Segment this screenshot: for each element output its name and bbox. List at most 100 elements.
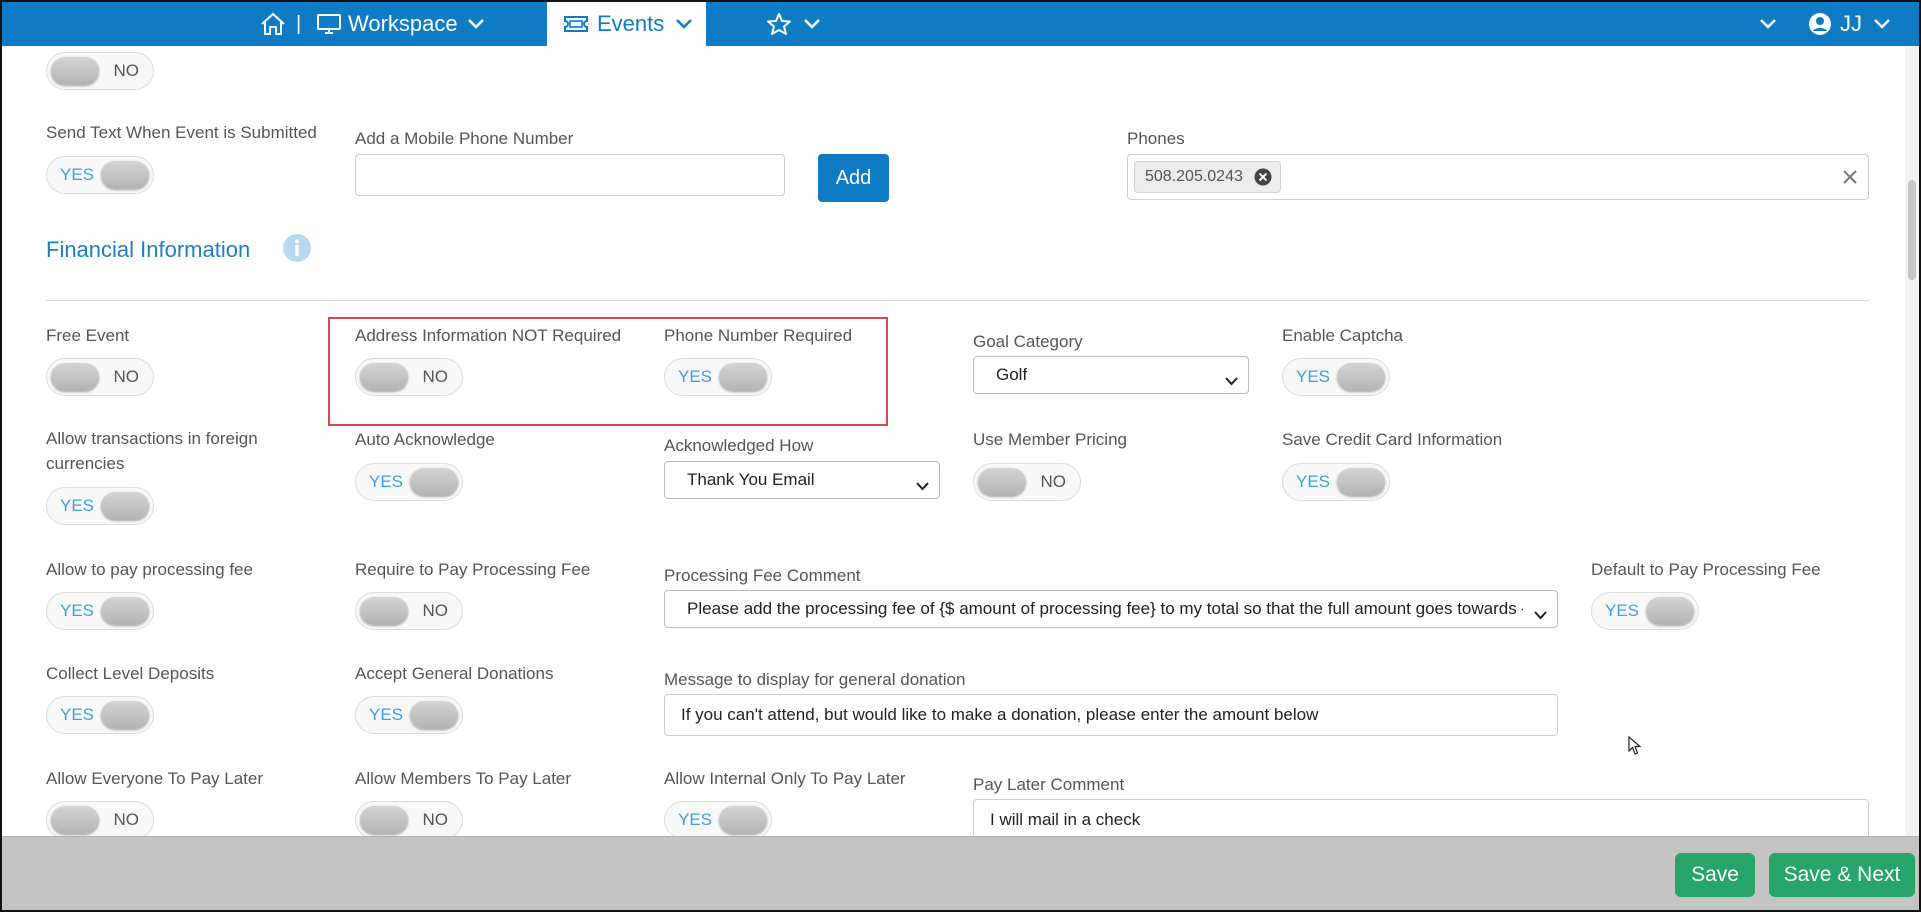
require-processing-fee-label: Require to Pay Processing Fee — [355, 560, 591, 579]
phone-required-label: Phone Number Required — [664, 326, 853, 345]
mobile-phone-label: Add a Mobile Phone Number — [355, 129, 574, 148]
general-donation-message-value: If you can't attend, but would like to m… — [681, 705, 1319, 724]
toggle-knob — [101, 161, 149, 189]
collect-level-deposits-toggle[interactable]: YES — [46, 696, 154, 734]
save-button[interactable]: Save — [1675, 853, 1755, 897]
toggle-state: YES — [678, 810, 713, 829]
mobile-phone-input[interactable] — [355, 154, 785, 196]
internal-pay-later-toggle[interactable]: YES — [664, 801, 772, 836]
app-window: | Workspace Events JJ NO Send Text When … — [0, 0, 1921, 912]
toggle-knob — [360, 597, 408, 625]
require-processing-fee-toggle[interactable]: NO — [355, 592, 463, 630]
phones-field[interactable]: 508.205.0243 — [1127, 154, 1869, 200]
members-pay-later-toggle[interactable]: NO — [355, 801, 463, 836]
address-not-required-toggle[interactable]: NO — [355, 358, 463, 396]
toggle-state: YES — [60, 705, 95, 724]
default-processing-fee-toggle[interactable]: YES — [1591, 592, 1699, 630]
chevron-down-icon — [916, 476, 929, 496]
default-processing-fee-label: Default to Pay Processing Fee — [1591, 560, 1821, 579]
member-pricing-label: Use Member Pricing — [973, 430, 1127, 449]
toggle-knob — [1337, 363, 1385, 391]
goal-category-label: Goal Category — [973, 332, 1083, 351]
chevron-down-icon — [1534, 605, 1547, 625]
pay-later-comment-label: Pay Later Comment — [973, 775, 1125, 794]
toggle-state: NO — [113, 810, 140, 829]
toggle-knob — [51, 57, 99, 85]
toggle-state: YES — [1296, 367, 1331, 386]
toggle-knob — [360, 363, 408, 391]
enable-captcha-toggle[interactable]: YES — [1282, 358, 1390, 396]
foreign-currencies-toggle[interactable]: YES — [46, 487, 154, 525]
toggle-state: YES — [60, 496, 95, 515]
toggle-knob — [101, 597, 149, 625]
toggle-state: NO — [422, 810, 449, 829]
send-text-label: Send Text When Event is Submitted — [46, 123, 317, 142]
toggle-state: YES — [1605, 601, 1640, 620]
toggle-knob — [410, 468, 458, 496]
save-next-button[interactable]: Save & Next — [1769, 853, 1915, 897]
toggle-knob — [360, 806, 408, 834]
allow-processing-fee-toggle[interactable]: YES — [46, 592, 154, 630]
toggle-state: NO — [422, 367, 449, 386]
collect-level-deposits-label: Collect Level Deposits — [46, 664, 215, 683]
toggle-knob — [51, 363, 99, 391]
mouse-cursor-icon — [1628, 735, 1642, 761]
goal-category-value: Golf — [996, 365, 1028, 384]
phone-chip: 508.205.0243 — [1134, 161, 1281, 193]
financial-section-title: Financial Information — [46, 237, 251, 262]
toggle-state: YES — [678, 367, 713, 386]
members-pay-later-label: Allow Members To Pay Later — [355, 769, 572, 788]
general-donation-message-input[interactable]: If you can't attend, but would like to m… — [664, 694, 1558, 736]
processing-fee-comment-label: Processing Fee Comment — [664, 566, 861, 585]
action-footer: Save Save & Next — [2, 836, 1919, 910]
toggle-knob — [101, 701, 149, 729]
toggle-knob — [1646, 597, 1694, 625]
acknowledged-how-select[interactable]: Thank You Email — [664, 461, 940, 499]
send-text-toggle[interactable]: YES — [46, 156, 154, 194]
toggle-state: NO — [1040, 472, 1067, 491]
toggle-state: YES — [60, 601, 95, 620]
scrollbar-thumb[interactable] — [1908, 180, 1916, 280]
auto-acknowledge-toggle[interactable]: YES — [355, 463, 463, 501]
free-event-label: Free Event — [46, 326, 130, 345]
clear-all-icon[interactable] — [1842, 169, 1858, 190]
goal-category-select[interactable]: Golf — [973, 356, 1249, 394]
allow-processing-fee-label: Allow to pay processing fee — [46, 560, 253, 579]
section-divider — [46, 300, 1869, 301]
acknowledged-how-label: Acknowledged How — [664, 436, 814, 455]
phone-chip-label: 508.205.0243 — [1145, 168, 1243, 185]
toggle-state: YES — [369, 472, 404, 491]
internal-pay-later-label: Allow Internal Only To Pay Later — [664, 769, 906, 788]
acknowledged-how-value: Thank You Email — [687, 470, 815, 489]
toggle-state: YES — [369, 705, 404, 724]
everyone-pay-later-toggle[interactable]: NO — [46, 801, 154, 836]
enable-captcha-label: Enable Captcha — [1282, 326, 1403, 345]
top-partial-toggle[interactable]: NO — [46, 52, 154, 90]
toggle-knob — [1337, 468, 1385, 496]
remove-chip-icon[interactable] — [1254, 168, 1272, 191]
toggle-state: NO — [422, 601, 449, 620]
toggle-knob — [410, 701, 458, 729]
toggle-knob — [101, 492, 149, 520]
info-icon[interactable] — [283, 234, 311, 267]
free-event-toggle[interactable]: NO — [46, 358, 154, 396]
save-credit-card-toggle[interactable]: YES — [1282, 463, 1390, 501]
processing-fee-comment-select[interactable]: Please add the processing fee of {$ amou… — [664, 590, 1558, 628]
chevron-down-icon — [1225, 371, 1238, 391]
everyone-pay-later-label: Allow Everyone To Pay Later — [46, 769, 264, 788]
member-pricing-toggle[interactable]: NO — [973, 463, 1081, 501]
auto-acknowledge-label: Auto Acknowledge — [355, 430, 495, 449]
toggle-knob — [719, 363, 767, 391]
processing-fee-comment-value: Please add the processing fee of {$ amou… — [687, 599, 1523, 618]
event-settings-form: NO Send Text When Event is Submitted YES… — [2, 2, 1919, 836]
foreign-currencies-label: Allow transactions in foreign currencies — [46, 429, 258, 473]
accept-general-donations-toggle[interactable]: YES — [355, 696, 463, 734]
phone-required-toggle[interactable]: YES — [664, 358, 772, 396]
vertical-scrollbar[interactable] — [1905, 46, 1919, 836]
add-phone-button[interactable]: Add — [818, 154, 889, 202]
phones-label: Phones — [1127, 129, 1185, 148]
toggle-state: YES — [1296, 472, 1331, 491]
pay-later-comment-value: I will mail in a check — [990, 810, 1141, 829]
toggle-state: YES — [60, 165, 95, 184]
pay-later-comment-input[interactable]: I will mail in a check — [973, 799, 1869, 836]
